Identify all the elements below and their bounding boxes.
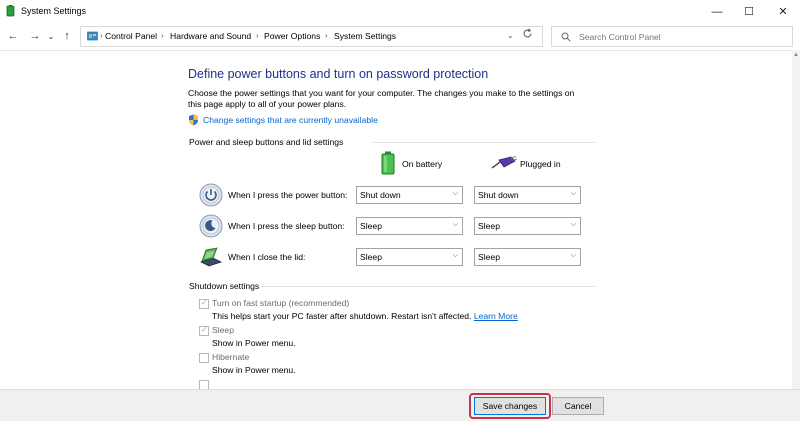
cancel-button[interactable]: Cancel <box>552 397 604 415</box>
back-arrow-icon[interactable]: ← <box>6 28 20 44</box>
save-highlight-annotation <box>469 393 551 419</box>
breadcrumb-separator: › <box>100 31 103 40</box>
forward-arrow-icon[interactable]: → <box>28 28 42 44</box>
search-icon <box>561 32 571 42</box>
chevron-down-icon: ⌵ <box>452 190 458 197</box>
control-panel-icon <box>87 31 98 41</box>
hibernate-checkbox[interactable] <box>199 353 209 363</box>
column-plugged-in: Plugged in <box>520 159 561 169</box>
address-bar[interactable]: › Control Panel › Hardware and Sound › P… <box>80 26 543 47</box>
power-button-battery-select[interactable]: Shut down ⌵ <box>356 186 463 204</box>
scroll-up-arrow-icon[interactable]: ▲ <box>793 52 799 58</box>
close-lid-label: When I close the lid: <box>228 252 306 262</box>
lock-checkbox[interactable] <box>199 380 209 389</box>
power-button-label: When I press the power button: <box>228 190 348 200</box>
breadcrumb-separator: › <box>161 31 164 40</box>
close-lid-battery-select[interactable]: Sleep ⌵ <box>356 248 463 266</box>
power-button-plugged-select[interactable]: Shut down ⌵ <box>474 186 581 204</box>
search-placeholder: Search Control Panel <box>579 32 661 42</box>
fast-startup-label: Turn on fast startup (recommended) <box>212 298 350 308</box>
group-divider <box>262 286 596 287</box>
laptop-lid-icon <box>199 247 223 267</box>
sleep-button-battery-select[interactable]: Sleep ⌵ <box>356 217 463 235</box>
page-description: Choose the power settings that you want … <box>188 88 575 109</box>
sleep-button-label: When I press the sleep button: <box>228 221 345 231</box>
chevron-down-icon: ⌵ <box>452 252 458 259</box>
chevron-down-icon: ⌵ <box>570 190 576 197</box>
address-dropdown-chevron-icon[interactable]: ⌄ <box>507 31 514 40</box>
power-icon <box>199 183 223 207</box>
close-button[interactable]: ✕ <box>766 0 800 23</box>
sleep-checkbox[interactable] <box>199 325 209 336</box>
window-title: System Settings <box>21 6 87 16</box>
breadcrumb-system-settings[interactable]: System Settings <box>334 31 396 41</box>
chevron-down-icon: ⌵ <box>570 221 576 228</box>
page-heading: Define power buttons and turn on passwor… <box>188 67 489 81</box>
recent-locations-chevron-icon[interactable]: ⌄ <box>44 28 58 44</box>
fast-startup-checkbox[interactable] <box>199 298 209 309</box>
up-arrow-icon[interactable]: ↑ <box>60 28 74 44</box>
battery-icon <box>381 151 395 175</box>
plug-icon <box>491 156 517 169</box>
learn-more-link[interactable]: Learn More <box>474 311 518 321</box>
fast-startup-description: This helps start your PC faster after sh… <box>212 311 518 321</box>
breadcrumb-separator: › <box>325 31 328 40</box>
maximize-button[interactable]: ☐ <box>732 0 766 23</box>
sleep-description: Show in Power menu. <box>212 338 296 348</box>
navigation-bar: ← → ⌄ ↑ › Control Panel › Hardware and S… <box>0 23 800 50</box>
power-group-title: Power and sleep buttons and lid settings <box>189 137 344 147</box>
sleep-button-plugged-select[interactable]: Sleep ⌵ <box>474 217 581 235</box>
breadcrumb-hardware-and-sound[interactable]: Hardware and Sound <box>170 31 251 41</box>
hibernate-description: Show in Power menu. <box>212 365 296 375</box>
chevron-down-icon: ⌵ <box>452 221 458 228</box>
vertical-scrollbar[interactable]: ▲ <box>792 50 800 389</box>
minimize-button[interactable]: — <box>700 0 734 23</box>
refresh-icon[interactable] <box>522 28 533 39</box>
shutdown-group-title: Shutdown settings <box>189 281 260 291</box>
uac-shield-icon <box>189 114 198 126</box>
footer-bar: Save changes Cancel <box>0 389 800 421</box>
chevron-down-icon: ⌵ <box>570 252 576 259</box>
title-bar: System Settings — ☐ ✕ <box>0 0 800 23</box>
sleep-icon <box>199 214 223 238</box>
close-lid-plugged-select[interactable]: Sleep ⌵ <box>474 248 581 266</box>
breadcrumb-separator: › <box>256 31 259 40</box>
sleep-label: Sleep <box>212 325 234 335</box>
group-divider <box>372 142 596 143</box>
hibernate-label: Hibernate <box>212 352 250 362</box>
change-settings-link[interactable]: Change settings that are currently unava… <box>203 115 378 125</box>
search-box[interactable]: Search Control Panel <box>551 26 793 47</box>
breadcrumb-power-options[interactable]: Power Options <box>264 31 320 41</box>
breadcrumb-control-panel[interactable]: Control Panel <box>105 31 157 41</box>
power-options-app-icon <box>6 5 15 17</box>
column-on-battery: On battery <box>402 159 443 169</box>
